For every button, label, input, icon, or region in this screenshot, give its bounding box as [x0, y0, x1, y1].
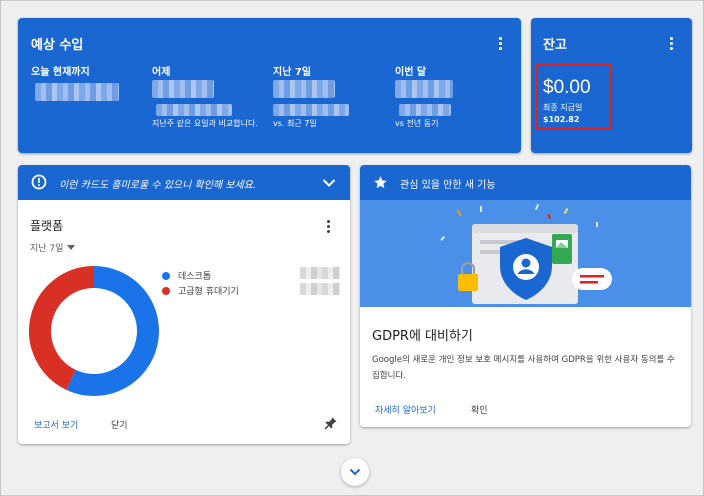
earnings-yesterday-change	[156, 104, 232, 116]
donut-slice-desktop	[66, 266, 159, 396]
close-link[interactable]: 닫기	[111, 418, 128, 431]
earnings-month-label: 이번 달	[395, 67, 427, 78]
platform-title: 플랫폼	[30, 219, 64, 233]
gdpr-heading: GDPR에 대비하기	[372, 329, 473, 344]
star-icon	[374, 176, 387, 189]
legend-desktop-label: 데스크톱	[178, 272, 212, 282]
date-range-label: 지난 7일	[30, 244, 64, 254]
gdpr-description: Google의 새로운 개인 정보 보호 메시지를 사용하여 GDPR을 위한 …	[372, 355, 675, 381]
earnings-today-value	[35, 83, 119, 101]
platform-donut-chart	[29, 266, 159, 396]
new-features-card: 관심 있을 만한 새 기능 GDPR에 대비하기 Google의 새로운 개인 …	[360, 165, 691, 427]
earnings-7days-note: vs. 최근 7일	[273, 119, 317, 128]
report-link[interactable]: 보고서 보기	[34, 418, 78, 431]
earnings-7days-value	[273, 80, 335, 98]
platform-more-menu-icon[interactable]	[320, 216, 336, 236]
earnings-today-label: 오늘 현재까지	[31, 67, 90, 78]
earnings-7days-change	[273, 104, 349, 116]
learn-more-link[interactable]: 자세히 알아보기	[375, 403, 436, 416]
donut-slice-mobile	[29, 266, 95, 390]
pin-icon[interactable]	[324, 416, 338, 430]
alert-circle-icon	[31, 174, 47, 190]
chevron-down-icon[interactable]	[322, 178, 336, 188]
privacy-shield-illustration	[440, 203, 612, 304]
estimated-earnings-card: 예상 수입 오늘 현재까지 어제 지난주 같은 요일과 비교합니다. 지난 7일…	[18, 18, 521, 153]
last-payment-label: 최종 지급일	[543, 103, 583, 112]
earnings-yesterday-note: 지난주 같은 요일과 비교합니다.	[152, 119, 258, 128]
earnings-month-change	[399, 104, 451, 116]
earnings-title: 예상 수입	[31, 38, 84, 53]
earnings-yesterday-label: 어제	[152, 67, 171, 78]
features-header-text: 관심 있을 만한 새 기능	[400, 180, 496, 191]
legend-mobile-dot	[162, 286, 170, 295]
date-range-dropdown[interactable]: 지난 7일	[30, 241, 76, 254]
confirm-link[interactable]: 확인	[471, 403, 488, 416]
dashboard: 예상 수입 오늘 현재까지 어제 지난주 같은 요일과 비교합니다. 지난 7일…	[0, 0, 704, 496]
legend-desktop-value	[300, 267, 340, 279]
gdpr-illustration	[360, 200, 691, 307]
legend-mobile-value	[300, 283, 340, 295]
notice-banner[interactable]: 이런 카드도 흥미로울 수 있으니 확인해 보세요.	[18, 165, 350, 200]
chevron-down-icon	[349, 468, 361, 476]
earnings-yesterday-value	[152, 80, 214, 98]
balance-card: 잔고 $0.00 최종 지급일 $102.82	[531, 18, 692, 153]
legend-item-desktop: 데스크톱	[162, 269, 211, 282]
legend-mobile-label: 고급형 휴대기기	[178, 287, 239, 297]
dropdown-arrow-icon	[67, 245, 76, 250]
last-payment-amount: $102.82	[543, 115, 580, 124]
platform-card: 이런 카드도 흥미로울 수 있으니 확인해 보세요. 플랫폼 지난 7일 데스크…	[18, 165, 350, 444]
legend-desktop-dot	[162, 271, 170, 280]
earnings-more-menu-icon[interactable]	[492, 33, 508, 53]
legend-item-mobile: 고급형 휴대기기	[162, 284, 239, 297]
notice-text: 이런 카드도 흥미로울 수 있으니 확인해 보세요.	[59, 180, 257, 191]
balance-title: 잔고	[543, 38, 567, 53]
features-header: 관심 있을 만한 새 기능	[360, 165, 691, 200]
expand-more-button[interactable]	[341, 458, 369, 486]
balance-more-menu-icon[interactable]	[663, 33, 679, 53]
earnings-month-value	[395, 80, 453, 98]
earnings-month-note: vs 전년 동기	[395, 119, 439, 128]
balance-amount: $0.00	[543, 77, 591, 98]
earnings-7days-label: 지난 7일	[273, 67, 312, 78]
